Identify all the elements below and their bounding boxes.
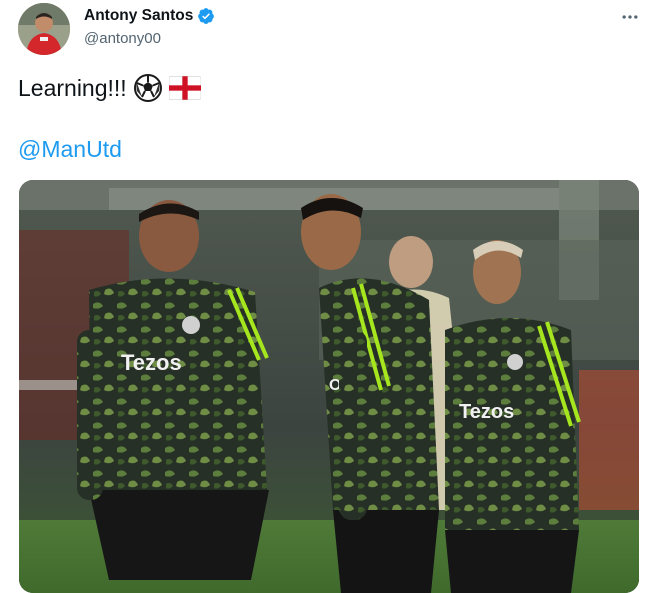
author-handle[interactable]: @antony00 (84, 30, 161, 47)
more-dots-icon (622, 15, 638, 19)
tweet-text-body: Learning!!! (18, 74, 127, 101)
more-options-button[interactable] (616, 4, 644, 28)
tweet-photo[interactable]: Tezos OS Tezos (19, 180, 639, 593)
training-photo-image: Tezos OS Tezos (19, 180, 639, 593)
author-name-row[interactable]: Antony Santos (84, 7, 215, 25)
mention-link[interactable]: @ManUtd (18, 136, 122, 163)
jersey-sponsor-left: Tezos (121, 350, 182, 375)
jersey-sponsor-right: Tezos (459, 401, 514, 423)
avatar-photo-icon (18, 3, 70, 55)
soccer-ball-icon (133, 74, 162, 102)
england-flag-icon (168, 76, 201, 100)
author-name[interactable]: Antony Santos (84, 7, 193, 25)
verified-badge-icon (198, 8, 215, 24)
tweet-text: Learning!!! (18, 73, 201, 103)
avatar[interactable] (18, 3, 70, 55)
